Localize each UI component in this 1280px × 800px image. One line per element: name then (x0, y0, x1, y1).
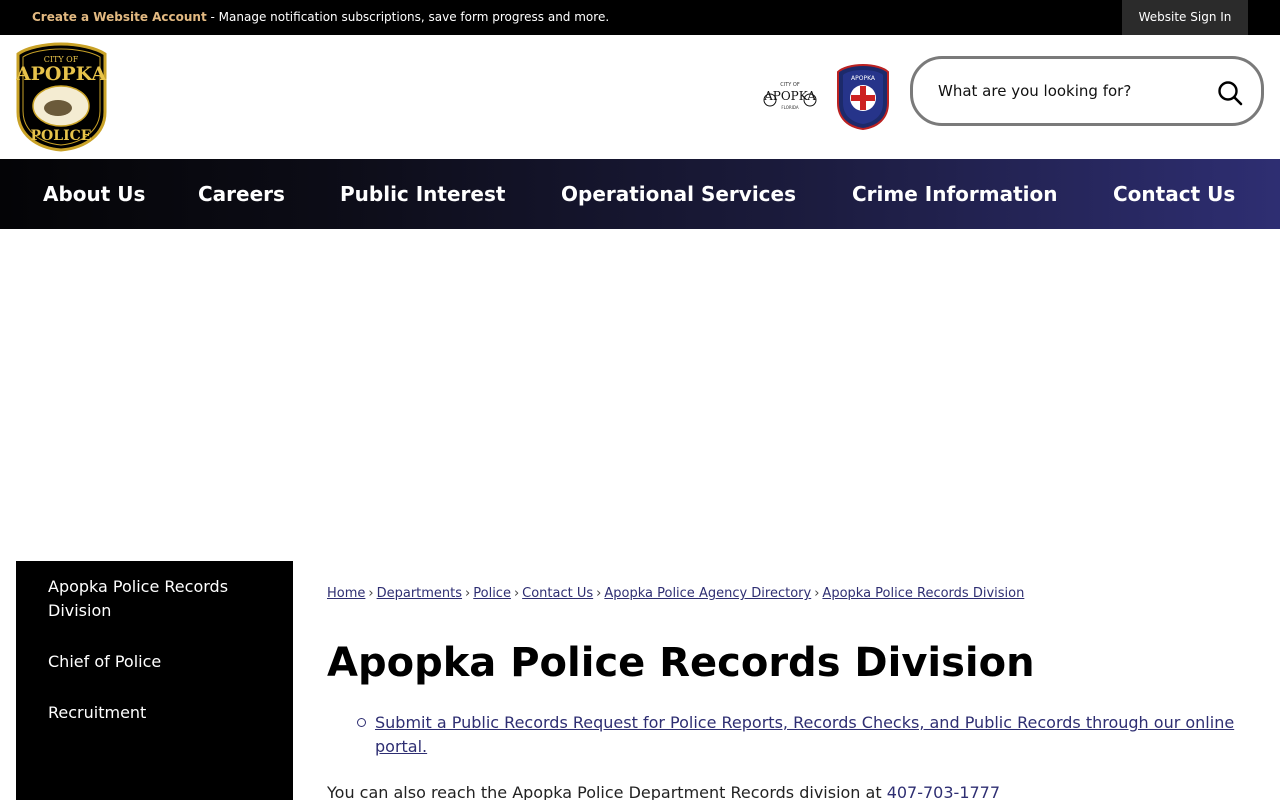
apopka-fire-badge-icon[interactable]: APOPKA (836, 63, 890, 131)
account-message-text: - Manage notification subscriptions, sav… (206, 10, 610, 24)
breadcrumb-separator: › (513, 586, 520, 601)
breadcrumb-police[interactable]: Police (473, 586, 511, 601)
page-title: Apopka Police Records Division (327, 640, 1035, 686)
breadcrumb-separator: › (368, 586, 374, 601)
list-bullet-icon (357, 718, 366, 727)
breadcrumb-agency-directory[interactable]: Apopka Police Agency Directory (604, 586, 811, 601)
nav-crime-information[interactable]: Crime Information (852, 159, 1057, 229)
breadcrumb-separator: › (596, 586, 602, 601)
search-icon[interactable] (1215, 78, 1245, 108)
banner-area (0, 229, 1280, 561)
svg-text:FLORIDA: FLORIDA (781, 105, 799, 110)
sidebar-item-recruitment[interactable]: Recruitment (48, 701, 268, 725)
nav-careers[interactable]: Careers (198, 159, 285, 229)
account-bar: Create a Website Account - Manage notifi… (0, 0, 1280, 35)
site-search (910, 56, 1264, 126)
city-of-apopka-logo-icon[interactable]: CITY OF APOPKA FLORIDA (762, 78, 818, 112)
nav-operational-services[interactable]: Operational Services (561, 159, 796, 229)
breadcrumb-contact-us[interactable]: Contact Us (522, 586, 593, 601)
breadcrumb-home[interactable]: Home (327, 586, 365, 601)
svg-text:APOPKA: APOPKA (763, 89, 816, 103)
create-account-link[interactable]: Create a Website Account (32, 10, 207, 24)
svg-text:POLICE: POLICE (31, 128, 92, 144)
breadcrumb-separator: › (465, 586, 471, 601)
main-nav: About Us Careers Public Interest Operati… (0, 159, 1280, 229)
site-header: CITY OF APOPKA POLICE CITY OF APOPKA FLO… (0, 35, 1280, 159)
search-input[interactable] (938, 79, 1208, 103)
breadcrumb-records-division[interactable]: Apopka Police Records Division (822, 586, 1024, 601)
nav-contact-us[interactable]: Contact Us (1113, 159, 1235, 229)
website-sign-in-button[interactable]: Website Sign In (1122, 0, 1248, 35)
svg-text:APOPKA: APOPKA (16, 63, 106, 85)
svg-text:CITY OF: CITY OF (780, 82, 800, 88)
breadcrumb: Home › Departments › Police › Contact Us › Apopk… (327, 586, 1024, 601)
account-message: Create a Website Account - Manage notifi… (32, 10, 609, 24)
records-phone-link[interactable]: 407-703-1777 (887, 783, 1000, 800)
apopka-police-logo[interactable]: CITY OF APOPKA POLICE (15, 42, 107, 152)
records-contact-text: You can also reach the Apopka Police Dep… (327, 783, 887, 800)
breadcrumb-separator: › (814, 586, 820, 601)
sidebar-item-chief-of-police[interactable]: Chief of Police (48, 650, 268, 674)
nav-public-interest[interactable]: Public Interest (340, 159, 505, 229)
sidebar: Apopka Police Records Division Chief of … (16, 561, 293, 800)
breadcrumb-departments[interactable]: Departments (377, 586, 462, 601)
svg-text:APOPKA: APOPKA (851, 75, 876, 82)
sidebar-item-records-division[interactable]: Apopka Police Records Division (48, 575, 268, 623)
public-records-request-link[interactable]: Submit a Public Records Request for Poli… (375, 711, 1255, 759)
nav-about-us[interactable]: About Us (43, 159, 145, 229)
records-contact-paragraph: You can also reach the Apopka Police Dep… (327, 781, 1000, 800)
